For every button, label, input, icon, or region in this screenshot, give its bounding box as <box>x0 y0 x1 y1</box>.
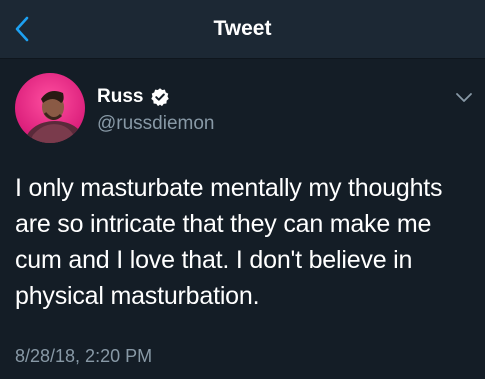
avatar[interactable] <box>15 73 85 143</box>
author-name-row[interactable]: Russ <box>97 84 170 110</box>
top-navigation-bar: Tweet <box>0 0 485 59</box>
page-title: Tweet <box>213 17 272 40</box>
display-name: Russ <box>97 86 144 107</box>
chevron-down-icon[interactable] <box>455 90 473 104</box>
tweet-timestamp: 8/28/18, 2:20 PM <box>15 346 153 366</box>
avatar-image <box>15 73 85 143</box>
tweet-text: I only masturbate mentally my thoughts a… <box>15 174 443 310</box>
user-handle[interactable]: @russdiemon <box>97 113 215 135</box>
verified-badge-icon <box>151 88 170 107</box>
